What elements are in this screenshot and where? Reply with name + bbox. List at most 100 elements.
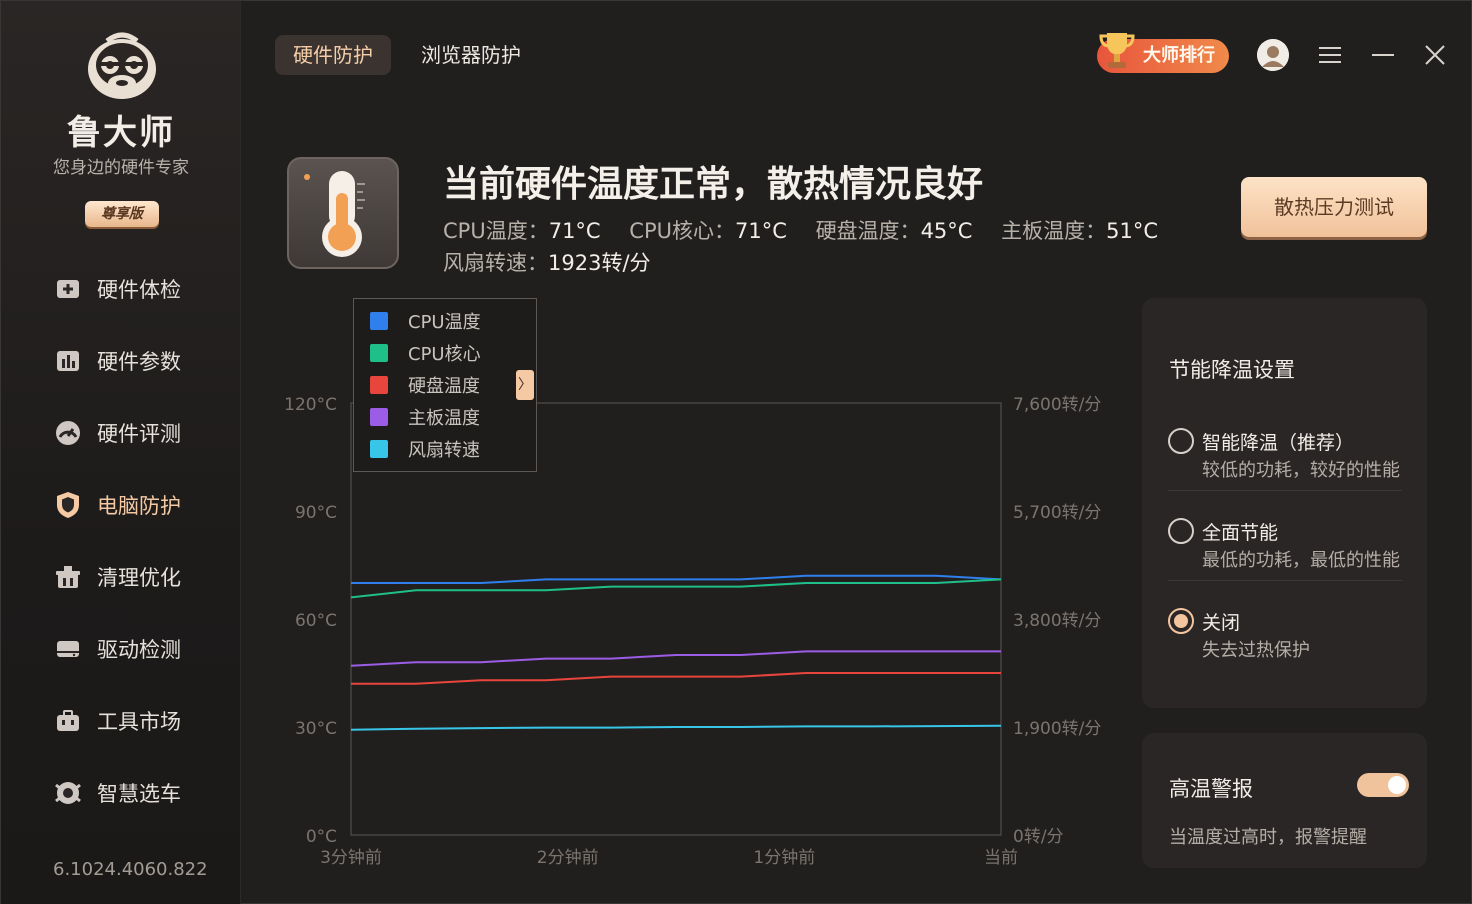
bar-chart-icon	[53, 346, 83, 376]
tab-browser-protection[interactable]: 浏览器防护	[403, 35, 539, 75]
energy-cooling-title: 节能降温设置	[1169, 358, 1295, 382]
minimize-icon[interactable]	[1367, 39, 1399, 71]
legend-item-disk-temp[interactable]: 硬盘温度	[370, 369, 480, 401]
y-left-tick-label: 30°C	[295, 719, 337, 739]
y-right-tick-label: 0转/分	[1013, 827, 1064, 847]
chart-legend: CPU温度 CPU核心 硬盘温度 主板温度 风扇转速	[353, 298, 537, 472]
sidebar-item-label: 清理优化	[97, 566, 181, 590]
option-desc: 失去过热保护	[1202, 640, 1310, 661]
sidebar-item-label: 驱动检测	[97, 638, 181, 662]
board-temp-label: 主板温度：	[1001, 219, 1107, 243]
legend-label: CPU核心	[408, 344, 481, 365]
radio-off[interactable]	[1168, 608, 1194, 634]
divider	[1168, 490, 1402, 491]
y-right-tick-label: 3,800转/分	[1013, 611, 1101, 631]
cpu-temp-value: 71°C	[548, 219, 601, 243]
legend-item-cpu-temp[interactable]: CPU温度	[370, 305, 481, 337]
series-line	[350, 724, 1002, 731]
fan-speed-value: 1923转/分	[548, 251, 651, 275]
temperature-metrics: CPU温度：71°C CPU核心：71°C 硬盘温度：45°C 主板温度：51°…	[443, 217, 1180, 281]
disk-temp-label: 硬盘温度：	[815, 219, 921, 243]
stress-test-button[interactable]: 散热压力测试	[1241, 177, 1427, 237]
option-desc: 最低的功耗，最低的性能	[1202, 550, 1400, 571]
sidebar-item-label: 硬件参数	[97, 350, 181, 374]
x-tick-label: 3分钟前	[320, 848, 382, 868]
user-avatar[interactable]	[1257, 39, 1289, 71]
close-icon[interactable]	[1419, 39, 1451, 71]
vip-badge[interactable]: 尊享版	[85, 201, 159, 227]
board-temp-value: 51°C	[1106, 219, 1159, 243]
sidebar-item-label: 电脑防护	[97, 494, 181, 518]
legend-swatch	[370, 344, 388, 362]
legend-item-cpu-core[interactable]: CPU核心	[370, 337, 481, 369]
sidebar-item-smart-car[interactable]: 智慧选车	[53, 773, 223, 813]
status-title: 当前硬件温度正常，散热情况良好	[443, 164, 984, 205]
option-full-saving[interactable]: 全面节能 最低的功耗，最低的性能	[1168, 518, 1402, 574]
legend-swatch	[370, 408, 388, 426]
x-tick-label: 当前	[984, 848, 1018, 868]
high-temp-alert-title: 高温警报	[1169, 777, 1253, 801]
y-left-tick-label: 0°C	[306, 827, 337, 847]
legend-collapse-toggle[interactable]: 〉	[516, 370, 534, 400]
y-left-tick-label: 60°C	[295, 611, 337, 631]
option-title: 智能降温（推荐）	[1202, 432, 1355, 454]
high-temp-alert-desc: 当温度过高时，报警提醒	[1169, 827, 1367, 848]
option-title: 关闭	[1202, 612, 1241, 634]
y-right-tick-label: 5,700转/分	[1013, 503, 1101, 523]
series-line	[350, 650, 1001, 667]
version-label: 6.1024.4060.822	[53, 859, 208, 880]
sidebar-item-label: 硬件体检	[97, 278, 181, 302]
radio-full-saving[interactable]	[1168, 518, 1194, 544]
car-icon	[53, 778, 83, 808]
tab-hardware-protection[interactable]: 硬件防护	[275, 35, 391, 75]
legend-label: 主板温度	[408, 408, 480, 429]
cpu-temp-label: CPU温度：	[443, 219, 549, 243]
shield-icon	[53, 490, 83, 520]
legend-label: 风扇转速	[408, 440, 480, 461]
high-temp-alert-toggle[interactable]	[1357, 773, 1409, 797]
cpu-core-label: CPU核心：	[629, 219, 735, 243]
legend-swatch	[370, 312, 388, 330]
speedometer-icon	[53, 418, 83, 448]
sidebar-item-tool-market[interactable]: 工具市场	[53, 701, 223, 741]
legend-item-fan-speed[interactable]: 风扇转速	[370, 433, 480, 465]
sidebar-item-pc-protection[interactable]: 电脑防护	[53, 485, 223, 525]
sidebar-item-hardware-params[interactable]: 硬件参数	[53, 341, 223, 381]
brand-name: 鲁大师	[67, 113, 175, 153]
legend-swatch	[370, 440, 388, 458]
y-right-tick-label: 1,900转/分	[1013, 719, 1101, 739]
brand-tagline: 您身边的硬件专家	[53, 158, 189, 178]
series-line	[351, 672, 1001, 685]
y-left-tick-label: 90°C	[295, 503, 337, 523]
sidebar-item-hardware-benchmark[interactable]: 硬件评测	[53, 413, 223, 453]
app-window: 鲁大师 您身边的硬件专家 尊享版 硬件体检 硬件参数 硬件评测 电脑防护 清理优…	[0, 0, 1472, 904]
series-line	[351, 574, 1002, 584]
sidebar-item-label: 硬件评测	[97, 422, 181, 446]
sidebar-item-driver-check[interactable]: 驱动检测	[53, 629, 223, 669]
menu-icon[interactable]	[1315, 39, 1347, 71]
option-title: 全面节能	[1202, 522, 1279, 544]
x-tick-label: 1分钟前	[753, 848, 815, 868]
option-off[interactable]: 关闭 失去过热保护	[1168, 608, 1402, 664]
y-left-tick-label: 120°C	[284, 395, 337, 415]
radio-smart-cooling[interactable]	[1168, 428, 1194, 454]
legend-item-board-temp[interactable]: 主板温度	[370, 401, 480, 433]
sidebar-item-cleanup[interactable]: 清理优化	[53, 557, 223, 597]
divider	[1168, 580, 1402, 581]
thermometer-icon	[304, 171, 365, 257]
sidebar: 鲁大师 您身边的硬件专家 尊享版 硬件体检 硬件参数 硬件评测 电脑防护 清理优…	[1, 1, 241, 904]
broom-icon	[53, 562, 83, 592]
option-desc: 较低的功耗，较好的性能	[1202, 460, 1400, 481]
drive-icon	[53, 634, 83, 664]
sidebar-item-hardware-check[interactable]: 硬件体检	[53, 269, 223, 309]
sidebar-item-label: 智慧选车	[97, 782, 181, 806]
cpu-core-value: 71°C	[734, 219, 787, 243]
monkey-logo-icon	[88, 32, 156, 99]
energy-cooling-panel: 节能降温设置 智能降温（推荐） 较低的功耗，较好的性能 全面节能 最低的功耗，最…	[1142, 298, 1427, 708]
toolbox-icon	[53, 706, 83, 736]
option-smart-cooling[interactable]: 智能降温（推荐） 较低的功耗，较好的性能	[1168, 428, 1402, 484]
sidebar-item-label: 工具市场	[97, 710, 181, 734]
disk-temp-value: 45°C	[920, 219, 973, 243]
chevron-right-icon: 〉	[518, 377, 532, 393]
thermometer-tile	[287, 157, 399, 269]
